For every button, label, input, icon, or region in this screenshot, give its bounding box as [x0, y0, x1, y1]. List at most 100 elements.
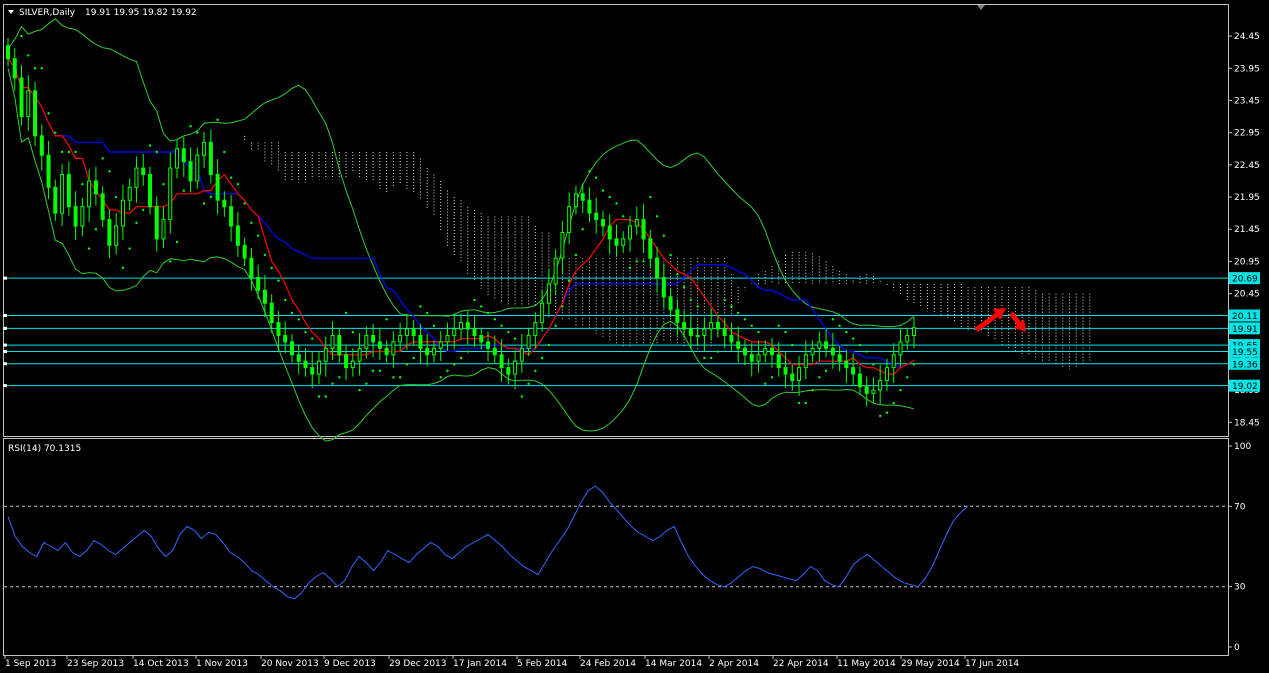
candle-body [215, 174, 220, 201]
psar-dot [480, 305, 483, 308]
psar-dot [662, 234, 666, 237]
time-tick-label: 29 Dec 2013 [389, 659, 447, 669]
psar-dot [304, 331, 307, 334]
price-tick-label: 21.95 [1234, 193, 1260, 203]
psar-dot [371, 369, 375, 373]
candle-body [337, 334, 342, 356]
candle-body [702, 328, 707, 336]
psar-dot [459, 356, 463, 360]
candle-body [560, 231, 565, 259]
psar-dot [500, 324, 503, 327]
candle-body [330, 334, 335, 349]
candle-body [168, 167, 173, 221]
rsi-tick-label: 0 [1234, 643, 1240, 653]
candle-body [817, 341, 822, 349]
candle-body [641, 219, 646, 240]
candle-body [350, 360, 355, 369]
candle-body [844, 360, 849, 369]
psar-dot [764, 382, 767, 385]
candle-body [188, 161, 193, 182]
candle-body [688, 328, 693, 336]
candle-body [296, 354, 301, 362]
psar-dot [709, 356, 713, 360]
level-value: 20.11 [1232, 312, 1258, 322]
candle-body [60, 174, 65, 214]
candle-body [580, 193, 585, 201]
psar-dot [338, 376, 341, 379]
psar-dot [67, 150, 71, 154]
candle-body [526, 334, 531, 349]
psar-dot [229, 176, 233, 179]
psar-dot [743, 318, 747, 321]
psar-dot [791, 343, 794, 347]
psar-dot [236, 182, 240, 186]
candle-body [857, 373, 862, 388]
psar-dot [398, 376, 402, 379]
psar-dot [818, 376, 821, 379]
candle-body [289, 341, 294, 356]
candle-body [499, 354, 504, 369]
candle-body [587, 199, 592, 214]
candle-body [594, 212, 599, 221]
candle-body [154, 206, 159, 240]
time-tick-label: 24 Feb 2014 [580, 659, 636, 669]
price-tick-label: 22.45 [1234, 161, 1260, 171]
psar-dot [588, 170, 591, 173]
time-tick-label: 29 May 2014 [901, 659, 960, 669]
candle-body [763, 347, 768, 356]
psar-dot [892, 401, 895, 405]
psar-dot [378, 369, 382, 373]
psar-dot [655, 215, 659, 218]
candle-body [357, 347, 362, 362]
psar-dot [554, 324, 557, 327]
price-tick-label: 24.45 [1234, 32, 1260, 42]
psar-dot [878, 414, 882, 418]
psar-dot [567, 279, 571, 282]
time-tick-label: 20 Nov 2013 [261, 659, 319, 669]
candle-body [472, 328, 477, 336]
candle-body [100, 193, 105, 221]
candle-body [283, 334, 288, 343]
psar-dot [513, 337, 517, 340]
psar-dot [365, 382, 368, 385]
psar-dot [439, 376, 442, 379]
psar-dot [432, 324, 436, 327]
menu-triangle-icon[interactable] [8, 10, 14, 14]
candle-body [249, 257, 254, 278]
psar-dot [838, 324, 841, 327]
candle-body [837, 354, 842, 362]
candle-body [262, 289, 267, 304]
candle-body [628, 225, 633, 240]
candle-body [607, 225, 612, 240]
price-tick-label: 18.45 [1234, 418, 1260, 428]
psar-dot [507, 331, 510, 334]
candle-body [851, 367, 856, 375]
psar-dot [196, 131, 199, 134]
psar-dot [628, 266, 632, 270]
candle-body [26, 90, 31, 118]
psar-dot [797, 401, 801, 405]
candle-body [235, 225, 240, 246]
candle-body [127, 186, 132, 201]
rsi-axis: 100 70 30 0 [1228, 442, 1251, 653]
time-tick-label: 17 Jan 2014 [453, 659, 507, 669]
candle-body [452, 328, 457, 336]
psar-dot [324, 395, 327, 398]
rsi-tick-label: 30 [1234, 583, 1246, 593]
candle-body [573, 193, 578, 208]
rsi-panel-frame [3, 438, 1229, 656]
candle-body [776, 354, 781, 369]
psar-dot [824, 369, 828, 373]
candle-body [141, 167, 146, 175]
psar-dot [114, 195, 118, 199]
candle-body [492, 347, 497, 356]
candle-body [749, 354, 754, 362]
shift-marker-icon[interactable] [977, 5, 985, 10]
candle-body [120, 199, 125, 227]
candle-body [878, 380, 883, 391]
candle-body [506, 367, 511, 375]
candle-body [675, 309, 680, 324]
psar-dot [520, 395, 524, 398]
candle-body [830, 347, 835, 356]
candle-body [377, 341, 382, 349]
